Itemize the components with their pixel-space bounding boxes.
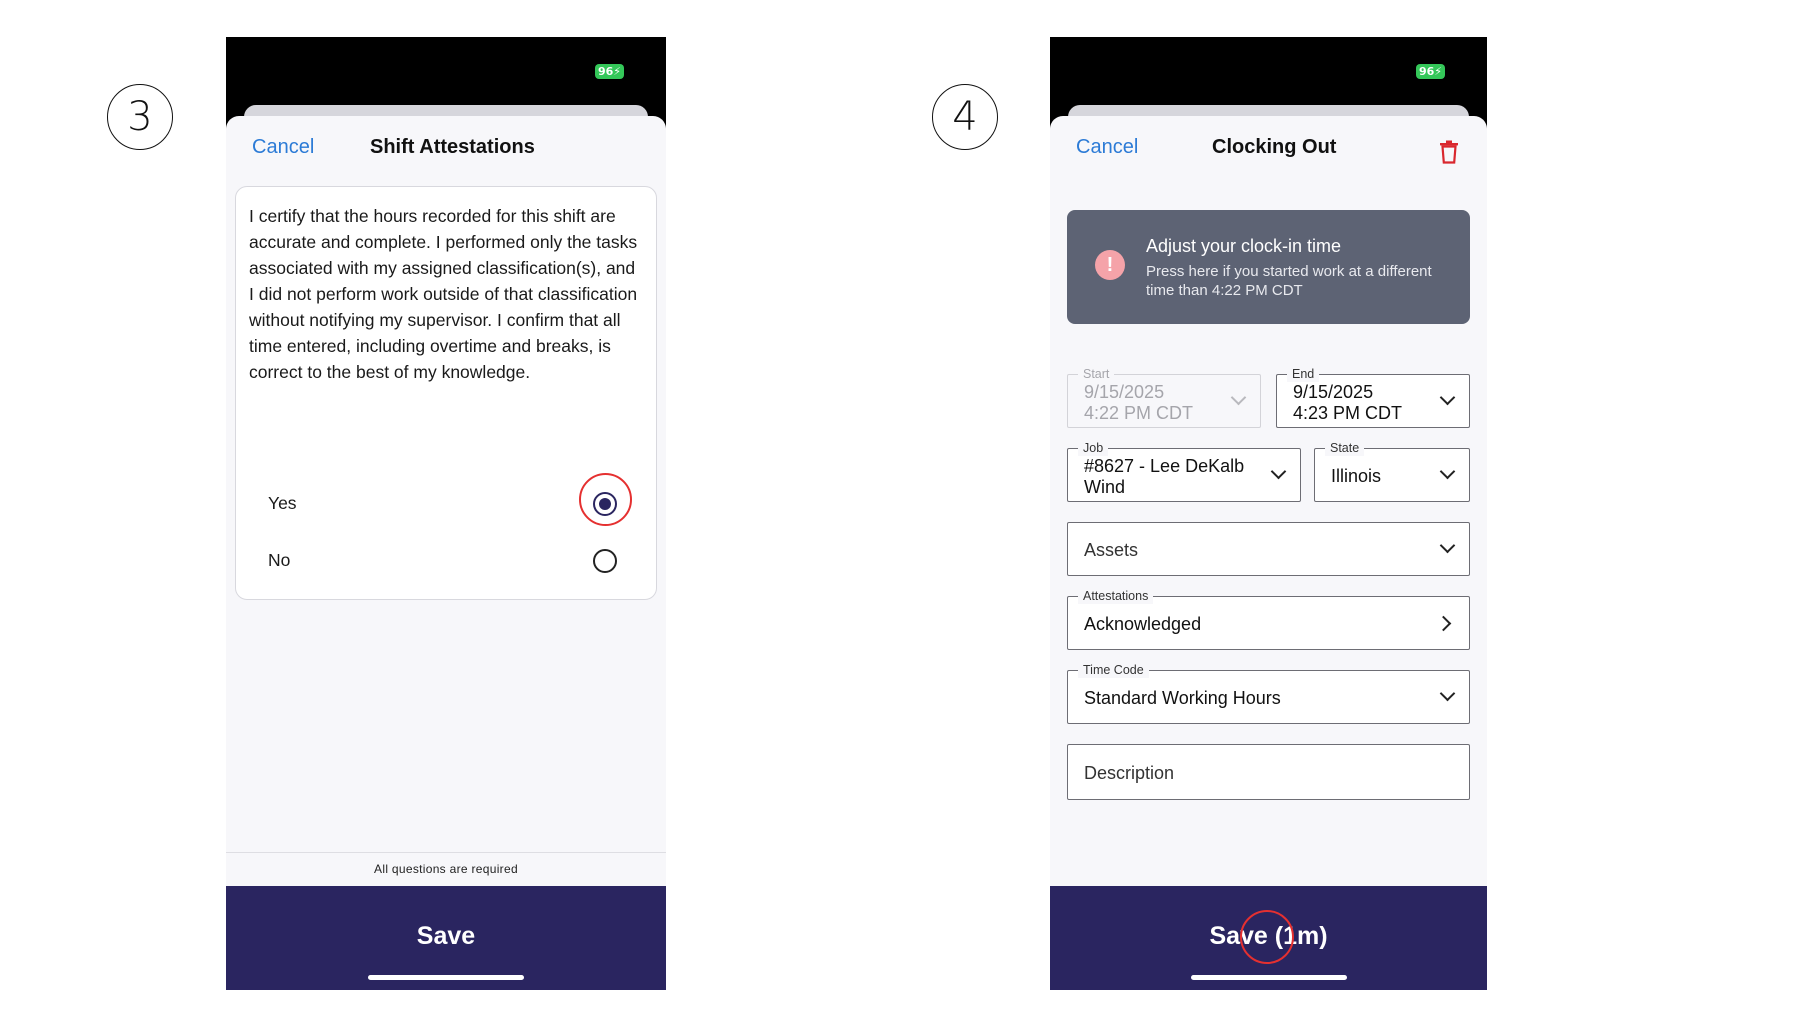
chevron-down-icon (1439, 389, 1456, 406)
page-title: Shift Attestations (370, 136, 535, 158)
attestations-field[interactable]: Attestations Acknowledged (1067, 588, 1470, 650)
banner-subtitle: Press here if you started work at a diff… (1146, 263, 1432, 299)
end-label: End (1287, 366, 1320, 382)
time-code-value: Standard Working Hours (1084, 688, 1281, 708)
page-title: Clocking Out (1212, 136, 1337, 158)
attestation-statement: I certify that the hours recorded for th… (249, 206, 638, 382)
description-input[interactable]: Description (1067, 744, 1470, 800)
chevron-down-icon (1270, 463, 1287, 480)
job-select[interactable]: Job #8627 - Lee DeKalb Wind (1067, 440, 1301, 502)
battery-indicator: 96⚡ (594, 64, 624, 79)
chevron-down-icon (1439, 537, 1456, 554)
phone-screen-clocking-out: 96⚡ Cancel Clocking Out ! Adjust your cl… (1050, 37, 1487, 990)
step-3-marker: 3 (107, 84, 173, 150)
state-select[interactable]: State Illinois (1314, 440, 1470, 502)
home-indicator (1190, 975, 1347, 980)
chevron-down-icon (1230, 389, 1247, 406)
battery-indicator: 96⚡ (1415, 64, 1445, 79)
assets-placeholder: Assets (1084, 540, 1139, 560)
option-yes-label[interactable]: Yes (268, 493, 297, 514)
cancel-button[interactable]: Cancel (252, 136, 314, 159)
banner-title: Adjust your clock-in time (1146, 236, 1342, 256)
battery-level: 96 (597, 65, 614, 78)
end-date: 9/15/2025 (1293, 382, 1374, 402)
state-label: State (1325, 440, 1365, 456)
job-value-line1: #8627 - Lee DeKalb (1084, 456, 1245, 476)
save-button[interactable]: Save (1m) (1050, 886, 1487, 990)
start-date: 9/15/2025 (1084, 382, 1165, 402)
time-code-select[interactable]: Time Code Standard Working Hours (1067, 662, 1470, 724)
radio-no[interactable] (593, 549, 617, 573)
chevron-right-icon (1435, 615, 1452, 632)
required-note: All questions are required (374, 862, 518, 876)
start-time-field: Start 9/15/2025 4:22 PM CDT (1067, 366, 1261, 428)
clock-out-sheet: Cancel Clocking Out ! Adjust your clock-… (1050, 116, 1487, 990)
adjust-clock-in-banner[interactable]: ! Adjust your clock-in time Press here i… (1067, 210, 1470, 324)
chevron-down-icon (1439, 685, 1456, 702)
phone-screen-shift-attestations: 96⚡ Cancel Shift Attestations I certify … (226, 37, 666, 990)
chevron-down-icon (1439, 463, 1456, 480)
footer-divider (226, 852, 666, 853)
charging-bolt-icon: ⚡ (1434, 65, 1442, 78)
save-button[interactable]: Save (226, 886, 666, 990)
start-label: Start (1078, 366, 1115, 382)
home-indicator (368, 975, 524, 980)
exclamation-icon: ! (1095, 250, 1125, 280)
attestation-sheet: Cancel Shift Attestations I certify that… (226, 116, 666, 990)
assets-select[interactable]: Assets (1067, 522, 1470, 576)
cancel-button[interactable]: Cancel (1076, 136, 1138, 159)
end-time: 4:23 PM CDT (1293, 403, 1403, 423)
time-code-label: Time Code (1078, 662, 1149, 678)
battery-level: 96 (1418, 65, 1435, 78)
state-value: Illinois (1331, 466, 1382, 486)
attestations-value: Acknowledged (1084, 614, 1202, 634)
step-4-marker: 4 (932, 84, 998, 150)
tap-highlight-circle (1240, 910, 1294, 964)
charging-bolt-icon: ⚡ (613, 65, 621, 78)
option-no-label[interactable]: No (268, 550, 290, 571)
attestation-card: I certify that the hours recorded for th… (235, 186, 657, 600)
start-time: 4:22 PM CDT (1084, 403, 1194, 423)
end-time-field[interactable]: End 9/15/2025 4:23 PM CDT (1276, 366, 1470, 428)
attestations-label: Attestations (1078, 588, 1154, 604)
trash-icon[interactable] (1439, 140, 1459, 164)
tap-highlight-circle (579, 473, 632, 526)
job-value-line2: Wind (1084, 477, 1126, 497)
save-button-label: Save (416, 922, 476, 950)
job-label: Job (1078, 440, 1109, 456)
description-placeholder: Description (1084, 763, 1175, 783)
